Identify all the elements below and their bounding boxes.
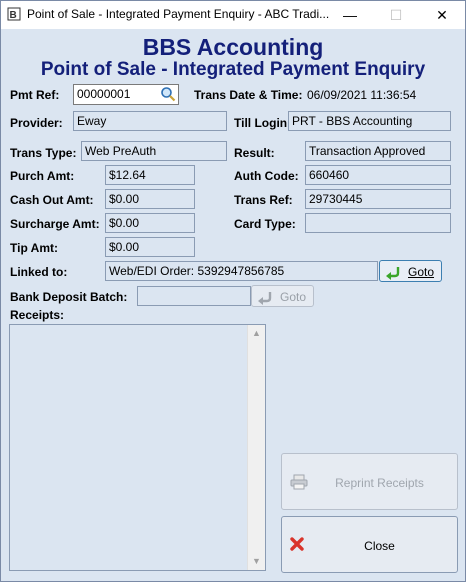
pmt-ref-label: Pmt Ref: [10,88,60,102]
trans-datetime-label: Trans Date & Time: [194,88,303,102]
linked-goto-label: Goto [408,265,435,279]
cash-out-field: $0.00 [105,189,195,209]
tip-field: $0.00 [105,237,195,257]
purch-amt-label: Purch Amt: [10,169,75,183]
trans-type-label: Trans Type: [10,146,77,160]
pmt-ref-value: 00000001 [77,87,131,101]
minimize-button[interactable]: — [327,1,373,29]
bank-goto-button[interactable]: Goto [251,285,314,307]
app-icon: B [7,7,21,21]
close-button[interactable]: Close [281,516,458,573]
result-label: Result: [234,146,275,160]
maximize-button[interactable]: ☐ [373,1,419,29]
close-window-button[interactable]: ✕ [419,1,465,29]
reprint-receipts-button[interactable]: Reprint Receipts [281,453,458,510]
provider-field: Eway [73,111,227,131]
bank-batch-label: Bank Deposit Batch: [10,290,128,304]
trans-datetime-value: 06/09/2021 11:36:54 [307,88,417,102]
bank-goto-label: Goto [280,290,307,304]
trans-ref-field: 29730445 [305,189,451,209]
till-login-label: Till Login: [234,116,292,130]
result-field: Transaction Approved [305,141,451,161]
surcharge-label: Surcharge Amt: [10,217,100,231]
linked-to-label: Linked to: [10,265,68,279]
company-heading: BBS Accounting [142,34,324,60]
receipts-list[interactable]: ▲ ▼ [9,324,266,571]
surcharge-field: $0.00 [105,213,195,233]
svg-text:B: B [10,10,17,21]
receipts-scrollbar[interactable]: ▲ ▼ [247,325,265,570]
window-title: Point of Sale - Integrated Payment Enqui… [27,7,330,21]
scroll-up-icon[interactable]: ▲ [248,325,265,342]
trans-type-field: Web PreAuth [81,141,227,161]
card-type-field [305,213,451,233]
scroll-down-icon[interactable]: ▼ [248,553,265,570]
till-login-field: PRT - BBS Accounting [288,111,451,131]
close-button-label: Close [364,539,395,553]
goto-arrow-icon [258,292,272,305]
auth-code-field: 660460 [305,165,451,185]
linked-goto-button[interactable]: Goto [379,260,442,282]
page-title: Point of Sale - Integrated Payment Enqui… [40,59,426,80]
goto-arrow-icon [386,267,400,280]
bank-batch-field [137,286,251,306]
client-area: BBS Accounting Point of Sale - Integrate… [1,29,465,581]
auth-code-label: Auth Code: [234,169,299,183]
trans-ref-label: Trans Ref: [234,193,293,207]
title-bar: B Point of Sale - Integrated Payment Enq… [1,1,465,29]
card-type-label: Card Type: [234,217,296,231]
search-icon[interactable] [160,86,176,102]
payment-enquiry-window: B Point of Sale - Integrated Payment Enq… [0,0,466,582]
tip-label: Tip Amt: [10,241,58,255]
cash-out-label: Cash Out Amt: [10,193,94,207]
receipts-label: Receipts: [10,308,65,322]
linked-to-field: Web/EDI Order: 5392947856785 [105,261,378,281]
provider-label: Provider: [10,116,63,130]
reprint-receipts-label: Reprint Receipts [335,476,424,490]
pmt-ref-input[interactable]: 00000001 [73,84,179,105]
purch-amt-field: $12.64 [105,165,195,185]
